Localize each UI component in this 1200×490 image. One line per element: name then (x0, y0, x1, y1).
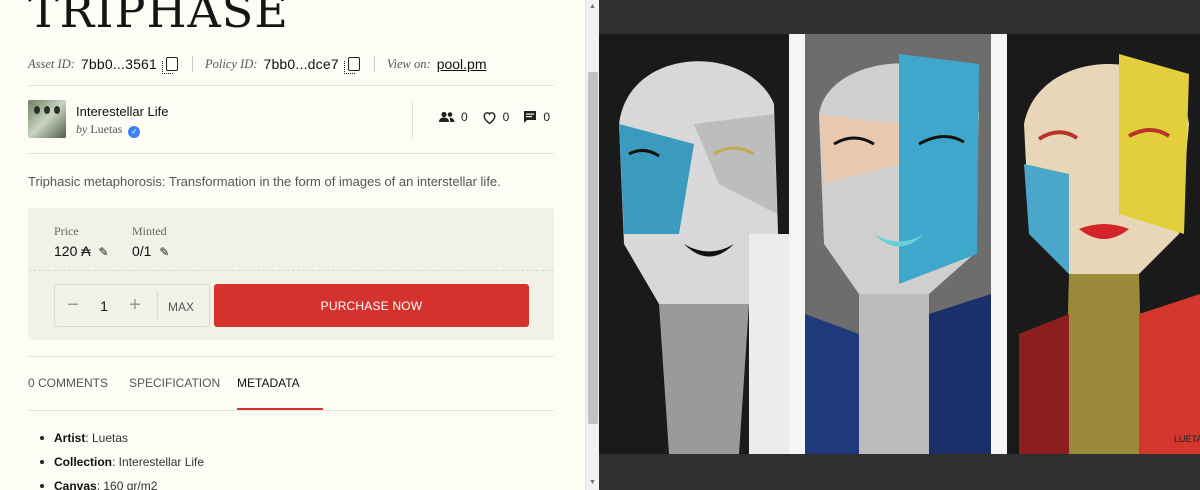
metadata-key: Canvas (54, 479, 97, 490)
divider (28, 356, 554, 357)
comment-icon (524, 111, 537, 123)
followers-count: 0 (460, 110, 468, 124)
pool-pm-link[interactable]: pool.pm (437, 56, 487, 72)
scrollbar-thumb[interactable] (588, 72, 598, 424)
divider (28, 410, 554, 411)
purchase-panel: Price 120 ₳ ✎ Minted 0/1 ✎ − 1 + MAX PUR… (28, 208, 554, 340)
max-button[interactable]: MAX (168, 300, 194, 314)
artwork-viewer: LUETAS (599, 0, 1200, 490)
quantity-value[interactable]: 1 (91, 285, 117, 326)
divider (28, 153, 554, 154)
metadata-key: Artist (54, 431, 86, 445)
heart-icon (483, 111, 496, 124)
asset-detail-pane: TRIPHASE Asset ID: 7bb0...3561 Policy ID… (0, 0, 585, 490)
detail-tabs: 0 COMMENTS SPECIFICATION METADATA (28, 376, 554, 410)
metadata-value: : Luetas (85, 431, 129, 445)
decrement-button[interactable]: − (55, 285, 91, 326)
metadata-list: Artist: Luetas Collection: Interestellar… (40, 431, 204, 490)
metadata-item: Artist: Luetas (40, 431, 204, 445)
purchase-now-button[interactable]: PURCHASE NOW (214, 284, 529, 327)
increment-button[interactable]: + (117, 285, 153, 326)
copy-asset-id-icon[interactable] (162, 57, 179, 74)
metadata-item: Canvas: 160 gr/m2 (40, 479, 204, 490)
artwork-face-left (599, 34, 789, 454)
artwork-face-center (805, 34, 991, 454)
asset-ids-row: Asset ID: 7bb0...3561 Policy ID: 7bb0...… (28, 52, 554, 76)
likes-count: 0 (502, 110, 510, 124)
divider (28, 85, 554, 86)
edit-price-pencil-icon[interactable]: ✎ (98, 245, 108, 259)
minted-value: 0/1 (132, 243, 152, 259)
collection-avatar[interactable] (28, 100, 66, 138)
collection-name-link[interactable]: Interestellar Life (76, 104, 169, 119)
metadata-item: Collection: Interestellar Life (40, 455, 204, 469)
comments-stat[interactable]: 0 (523, 110, 550, 124)
panel-divider (28, 270, 554, 271)
metadata-value: : 160 gr/m2 (96, 479, 158, 490)
by-prefix: by (76, 122, 88, 136)
asset-description: Triphasic metaphorosis: Transformation i… (28, 174, 501, 189)
metadata-key: Collection (54, 455, 113, 469)
verified-check-icon: ✓ (128, 126, 141, 138)
price-field: 120 ₳ ✎ (54, 243, 109, 259)
minted-label: Minted (132, 224, 167, 238)
creator-row: Interestellar Life by Luetas ✓ 0 0 0 (28, 100, 554, 140)
tab-comments[interactable]: 0 COMMENTS (28, 376, 108, 390)
likes-stat[interactable]: 0 (482, 110, 510, 124)
metadata-value: : Interestellar Life (112, 455, 205, 469)
tab-metadata[interactable]: METADATA (237, 376, 300, 390)
ids-divider (192, 56, 194, 72)
price-value: 120 ₳ (54, 243, 91, 259)
asset-id-value: 7bb0...3561 (80, 56, 158, 72)
policy-id-value: 7bb0...dce7 (263, 56, 339, 72)
minted-field: 0/1 ✎ (132, 243, 169, 259)
ids-divider (373, 56, 375, 72)
scrollbar[interactable]: ▲ ▼ (585, 0, 599, 490)
comments-count: 0 (543, 110, 550, 124)
stepper-divider (157, 291, 158, 320)
followers-stat[interactable]: 0 (438, 110, 468, 124)
tab-specification[interactable]: SPECIFICATION (129, 376, 220, 390)
view-on-label: View on: (386, 56, 431, 71)
asset-id-label: Asset ID: (28, 56, 75, 71)
creator-byline: by Luetas ✓ (76, 122, 141, 138)
scroll-down-arrow-icon[interactable]: ▼ (589, 479, 596, 486)
policy-id-label: Policy ID: (205, 56, 258, 71)
copy-policy-id-icon[interactable] (343, 57, 360, 74)
creator-divider (412, 102, 413, 138)
artwork-face-right (1007, 34, 1200, 454)
price-label: Price (54, 224, 79, 238)
artwork-signature: LUETAS (1174, 434, 1200, 444)
scroll-up-arrow-icon[interactable]: ▲ (589, 3, 596, 10)
artwork-image[interactable]: LUETAS (599, 34, 1200, 454)
artist-link[interactable]: Luetas (90, 122, 122, 136)
asset-title: TRIPHASE (28, 0, 289, 38)
edit-minted-pencil-icon[interactable]: ✎ (159, 245, 169, 259)
people-icon (438, 111, 455, 122)
social-stats: 0 0 0 (438, 110, 550, 124)
